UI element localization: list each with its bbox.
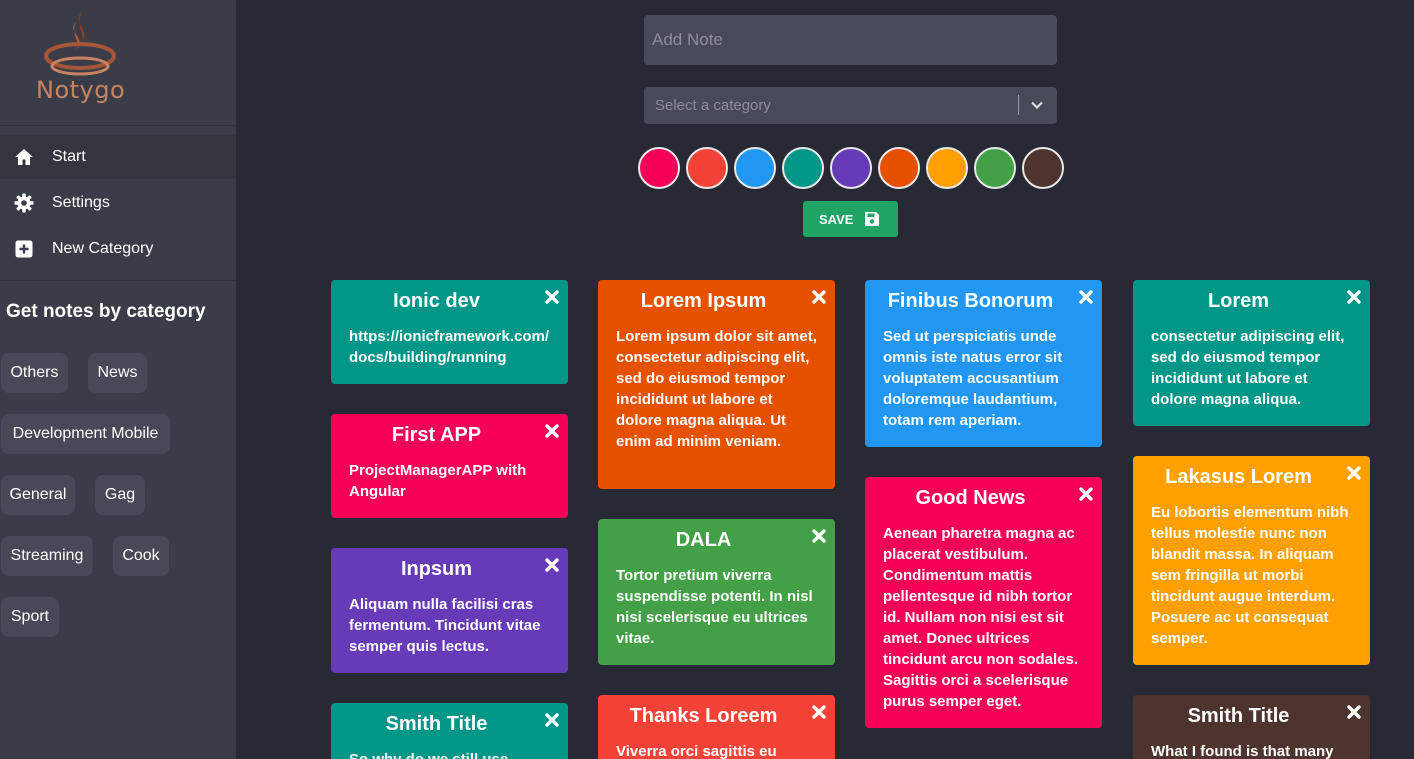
select-separator xyxy=(1018,95,1019,115)
nav-item-label: Start xyxy=(52,148,86,165)
nav-item-label: New Category xyxy=(52,240,154,257)
category-select-placeholder: Select a category xyxy=(655,97,771,114)
note-body: Lorem ipsum dolor sit amet, consectetur … xyxy=(616,328,817,450)
close-icon[interactable] xyxy=(544,712,560,728)
save-button-label: SAVE xyxy=(819,212,854,227)
note-title: Lorem Ipsum xyxy=(640,290,767,312)
color-swatch[interactable] xyxy=(926,147,968,189)
sidebar-divider xyxy=(0,125,236,126)
color-swatch[interactable] xyxy=(638,147,680,189)
close-icon[interactable] xyxy=(544,289,560,305)
category-chip-development-mobile[interactable]: Development Mobile xyxy=(1,414,170,454)
category-chip-cook[interactable]: Cook xyxy=(113,536,169,576)
add-note-input[interactable] xyxy=(644,15,1057,65)
nav-item-settings[interactable]: Settings xyxy=(0,181,236,225)
note-card[interactable]: Inpsum Aliquam nulla facilisi cras fermen… xyxy=(331,548,568,673)
sidebar: Notygo Start Settings New Category Get n… xyxy=(0,0,236,759)
note-body: What I found is that many xyxy=(1151,743,1334,759)
note-card[interactable]: Ionic dev https://ionicframework.com/docs… xyxy=(331,280,568,384)
close-icon[interactable] xyxy=(1078,486,1094,502)
category-chip-gag[interactable]: Gag xyxy=(95,475,145,515)
close-icon[interactable] xyxy=(1346,704,1362,720)
note-title: Lorem xyxy=(1207,290,1270,312)
app-logo-text: Notygo xyxy=(36,76,126,104)
note-title: Lakasus Lorem xyxy=(1165,466,1312,488)
close-icon[interactable] xyxy=(1078,289,1094,305)
note-card[interactable]: Smith Title So why do we still use xyxy=(331,703,568,759)
note-card[interactable]: Lorem Ipsum Lorem ipsum dolor sit amet, c… xyxy=(598,280,835,489)
color-swatch[interactable] xyxy=(878,147,920,189)
category-chip-news[interactable]: News xyxy=(88,353,147,393)
note-body: Aenean pharetra magna ac placerat vestib… xyxy=(883,525,1079,710)
nav-item-start[interactable]: Start xyxy=(0,135,236,179)
note-title: Finibus Bonorum xyxy=(887,290,1054,312)
note-title: Smith Title xyxy=(1187,705,1290,727)
close-icon[interactable] xyxy=(811,528,827,544)
note-card[interactable]: Lorem consectetur adipiscing elit, sed do… xyxy=(1133,280,1370,426)
note-body: Viverra orci sagittis eu xyxy=(616,743,777,759)
color-swatch[interactable] xyxy=(686,147,728,189)
note-body: Eu lobortis elementum nibh tellus molest… xyxy=(1151,504,1349,647)
nav-item-new-category[interactable]: New Category xyxy=(0,227,236,271)
close-icon[interactable] xyxy=(811,704,827,720)
close-icon[interactable] xyxy=(1346,289,1362,305)
category-chip-general[interactable]: General xyxy=(1,475,75,515)
category-chip-sport[interactable]: Sport xyxy=(1,597,59,637)
note-title: Smith Title xyxy=(385,713,488,735)
note-card[interactable]: DALA Tortor pretium viverra suspendisse p… xyxy=(598,519,835,665)
home-icon xyxy=(15,149,33,165)
note-card[interactable]: Lakasus Lorem Eu lobortis elementum nibh … xyxy=(1133,456,1370,665)
note-card[interactable]: Good News Aenean pharetra magna ac placer… xyxy=(865,477,1102,728)
gear-icon xyxy=(14,193,34,213)
color-swatch[interactable] xyxy=(830,147,872,189)
chevron-down-icon xyxy=(1031,101,1043,110)
note-card[interactable]: Thanks Loreem Viverra orci sagittis eu xyxy=(598,695,835,759)
note-title: Good News xyxy=(915,487,1026,509)
note-body: https://ionicframework.com/docs/building… xyxy=(349,328,550,366)
category-select[interactable]: Select a category xyxy=(644,87,1057,124)
note-body: ProjectManagerAPP with Angular xyxy=(349,462,527,500)
category-chip-others[interactable]: Others xyxy=(1,353,68,393)
close-icon[interactable] xyxy=(544,557,560,573)
note-card[interactable]: Finibus Bonorum Sed ut perspiciatis unde … xyxy=(865,280,1102,447)
sidebar-divider xyxy=(0,280,236,281)
color-swatch[interactable] xyxy=(974,147,1016,189)
plus-square-icon xyxy=(15,240,33,258)
note-title: First APP xyxy=(391,424,482,446)
categories-heading: Get notes by category xyxy=(6,301,206,322)
note-body: So why do we still use xyxy=(349,749,554,759)
close-icon[interactable] xyxy=(544,423,560,439)
note-body: consectetur adipiscing elit, sed do eius… xyxy=(1151,328,1345,408)
note-body: Aliquam nulla facilisi cras fermentum. T… xyxy=(349,596,541,655)
color-swatch[interactable] xyxy=(734,147,776,189)
save-button[interactable]: SAVE xyxy=(803,201,898,237)
close-icon[interactable] xyxy=(1346,465,1362,481)
color-swatch[interactable] xyxy=(782,147,824,189)
note-title: DALA xyxy=(675,529,732,551)
note-body: Tortor pretium viverra suspendisse poten… xyxy=(616,567,813,647)
note-card[interactable]: First APP ProjectManagerAPP with Angular xyxy=(331,414,568,518)
close-icon[interactable] xyxy=(811,289,827,305)
note-body: Sed ut perspiciatis unde omnis iste natu… xyxy=(883,328,1063,429)
nav-item-label: Settings xyxy=(52,194,110,211)
note-card[interactable]: Smith Title What I found is that many xyxy=(1133,695,1370,759)
category-chip-streaming[interactable]: Streaming xyxy=(1,536,93,576)
note-title: Thanks Loreem xyxy=(629,705,778,727)
color-swatch[interactable] xyxy=(1022,147,1064,189)
note-title: Ionic dev xyxy=(393,290,480,312)
floppy-disk-icon xyxy=(865,212,879,226)
note-title: Inpsum xyxy=(400,558,473,580)
